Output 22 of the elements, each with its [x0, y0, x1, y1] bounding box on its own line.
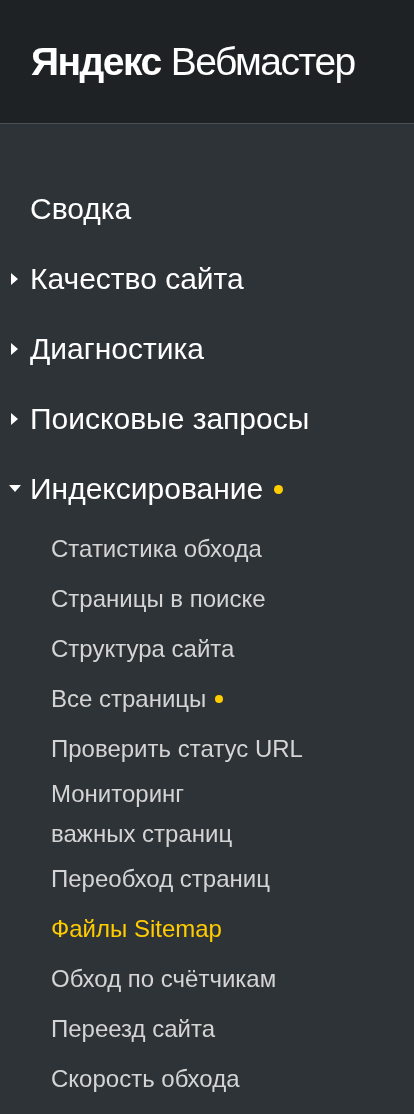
menu-item[interactable]: Качество сайта	[30, 262, 244, 296]
expand-triangle-icon[interactable]	[11, 343, 19, 355]
logo-brand: Яндекс	[31, 39, 161, 84]
menu-item[interactable]: Индексирование	[30, 472, 264, 506]
submenu-item[interactable]: Скорость обхода	[51, 1059, 240, 1099]
logo-product: Вебмастер	[170, 39, 355, 84]
menu-item[interactable]: Диагностика	[30, 332, 204, 366]
submenu-item[interactable]: Переобход страниц	[51, 859, 270, 899]
menu-item[interactable]: Сводка	[30, 192, 132, 226]
submenu-item[interactable]: Мониторинг важных страниц	[51, 774, 233, 854]
submenu-item[interactable]: Проверить статус URL	[51, 729, 303, 769]
expand-triangle-icon[interactable]	[11, 413, 19, 425]
submenu-item[interactable]: Статистика обхода	[51, 529, 262, 569]
submenu-item[interactable]: Структура сайта	[51, 629, 235, 669]
submenu-item[interactable]: Страницы в поиске	[51, 579, 266, 619]
submenu-item[interactable]: Файлы Sitemap	[51, 909, 222, 949]
submenu-item[interactable]: Переезд сайта	[51, 1009, 216, 1049]
submenu-item[interactable]: Все страницы	[51, 679, 207, 719]
submenu-item[interactable]: Обход по счётчикам	[51, 959, 277, 999]
collapse-triangle-icon[interactable]	[9, 485, 21, 493]
menu-item[interactable]: Поисковые запросы	[30, 402, 310, 436]
expand-triangle-icon[interactable]	[11, 273, 19, 285]
